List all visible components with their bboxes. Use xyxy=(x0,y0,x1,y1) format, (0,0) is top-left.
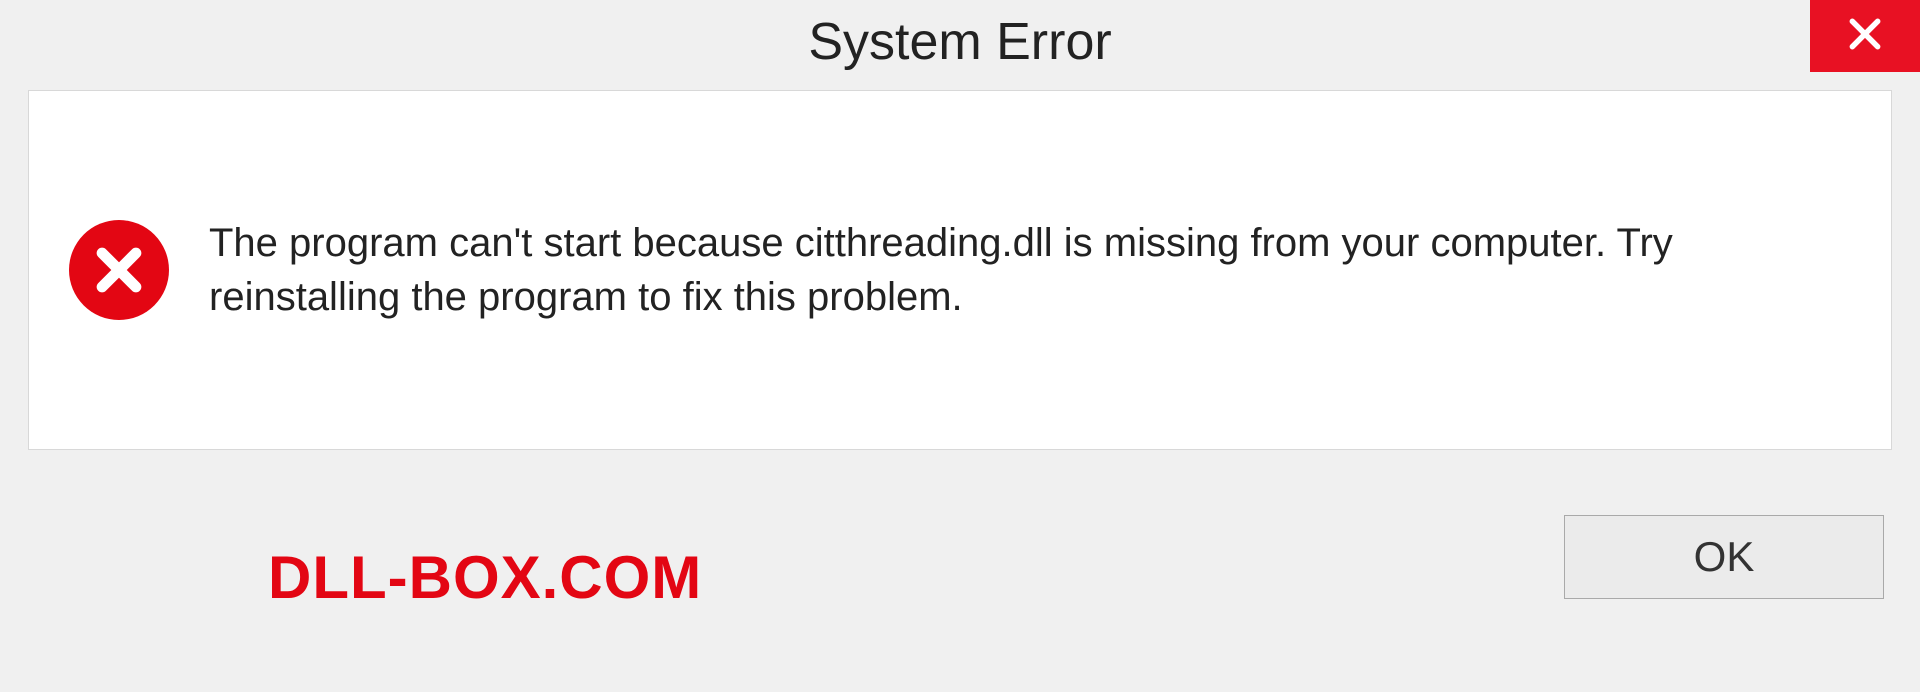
error-dialog: System Error The program can't start bec… xyxy=(0,0,1920,692)
close-icon xyxy=(1846,15,1884,58)
close-button[interactable] xyxy=(1810,0,1920,72)
dialog-footer: DLL-BOX.COM OK xyxy=(28,462,1892,692)
watermark-text: DLL-BOX.COM xyxy=(268,543,702,612)
content-panel: The program can't start because citthrea… xyxy=(28,90,1892,450)
titlebar: System Error xyxy=(0,0,1920,84)
dialog-title: System Error xyxy=(808,12,1111,72)
error-message: The program can't start because citthrea… xyxy=(209,216,1851,324)
ok-button[interactable]: OK xyxy=(1564,515,1884,599)
ok-button-label: OK xyxy=(1694,533,1755,581)
error-icon xyxy=(69,220,169,320)
